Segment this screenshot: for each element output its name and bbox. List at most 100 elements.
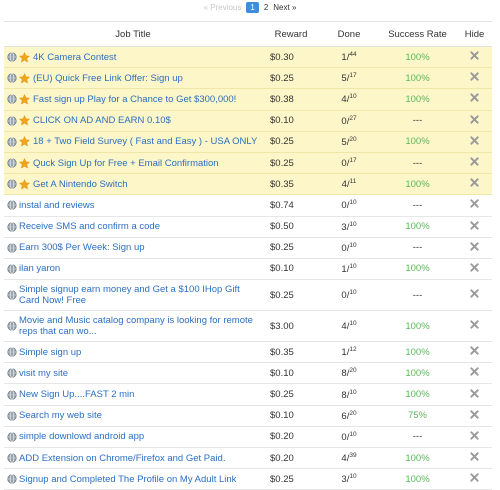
job-title-link[interactable]: instal and reviews: [19, 200, 95, 211]
done-cell: 1/12: [320, 341, 378, 364]
job-title-cell: Earn 300$ Per Week: Sign up: [4, 237, 262, 259]
table-header-row: Job Title Reward Done Success Rate Hide: [4, 21, 492, 47]
table-row: Get A Nintendo Switch $0.35 4/11 100%: [4, 173, 492, 196]
reward-cell: $0.10: [262, 110, 320, 132]
close-icon[interactable]: [470, 431, 479, 440]
done-cell: 0/27: [320, 110, 378, 132]
reward-cell: $0.38: [262, 88, 320, 111]
done-cell: 4/39: [320, 447, 378, 470]
job-title-link[interactable]: New Sign Up....FAST 2 min: [19, 389, 134, 400]
job-title-link[interactable]: Earn 300$ Per Week: Sign up: [19, 242, 145, 253]
close-icon[interactable]: [470, 367, 479, 376]
jobs-table-body: 4K Camera Contest $0.30 1/44 100% (EU) Quick…: [4, 46, 492, 490]
job-title-link[interactable]: Simple signup earn money and Get a $100 …: [19, 284, 259, 306]
job-title-link[interactable]: 18 + Two Field Survey ( Fast and Easy ) …: [33, 136, 257, 147]
previous-page-link[interactable]: « Previous: [204, 3, 242, 12]
done-count: 3: [341, 221, 347, 233]
success-rate-cell: 100%: [378, 310, 457, 343]
success-rate-cell: ---: [378, 279, 457, 312]
hide-cell: [457, 67, 492, 90]
close-icon[interactable]: [470, 178, 479, 187]
globe-icon: [7, 411, 17, 421]
star-icon: [18, 178, 31, 190]
close-icon[interactable]: [470, 242, 479, 251]
reward-cell: $0.20: [262, 447, 320, 470]
done-count: 5: [341, 136, 347, 148]
job-title-link[interactable]: 4K Camera Contest: [33, 52, 116, 63]
close-icon[interactable]: [470, 136, 479, 145]
globe-icon: [7, 389, 17, 400]
reward-cell: $0.30: [262, 46, 320, 69]
job-title-cell: (EU) Quick Free Link Offer: Sign up: [4, 67, 262, 90]
done-cell: 4/10: [320, 310, 378, 343]
star-icon: [18, 115, 31, 126]
close-icon[interactable]: [470, 346, 479, 355]
close-icon[interactable]: [470, 320, 479, 329]
hide-cell: [457, 310, 492, 343]
header-reward[interactable]: Reward: [262, 21, 320, 47]
job-title-cell: Movie and Music catalog company is looki…: [4, 310, 262, 343]
close-icon[interactable]: [470, 93, 479, 103]
job-title-link[interactable]: simple downlowd android app: [19, 431, 144, 442]
close-icon[interactable]: [470, 388, 479, 398]
job-title-link[interactable]: ilan yaron: [19, 263, 60, 274]
reward-cell: $0.74: [262, 194, 320, 217]
globe-icon: [7, 52, 17, 62]
table-row: Signup and Completed The Profile on My A…: [4, 468, 492, 490]
close-icon[interactable]: [470, 263, 479, 272]
table-row: 4K Camera Contest $0.30 1/44 100%: [4, 46, 492, 69]
globe-icon: [7, 94, 17, 105]
page-1-link[interactable]: 1: [246, 1, 259, 13]
close-icon[interactable]: [470, 473, 479, 482]
job-title-link[interactable]: Get A Nintendo Switch: [33, 179, 128, 190]
close-icon[interactable]: [470, 72, 479, 81]
done-total: 17: [349, 157, 357, 165]
job-title-cell: ADD Extension on Chrome/Firefox and Get …: [4, 447, 262, 470]
reward-cell: $0.50: [262, 216, 320, 238]
reward-cell: $0.25: [262, 468, 320, 490]
table-row: Fast sign up Play for a Chance to Get $3…: [4, 88, 492, 111]
done-total: 17: [349, 72, 357, 80]
header-done[interactable]: Done: [320, 21, 378, 47]
globe-icon: [7, 179, 17, 189]
job-title-link[interactable]: Search my web site: [19, 410, 102, 421]
job-title-link[interactable]: ADD Extension on Chrome/Firefox and Get …: [19, 453, 225, 464]
success-rate-cell: ---: [378, 194, 457, 217]
close-icon[interactable]: [470, 157, 479, 166]
job-title-link[interactable]: (EU) Quick Free Link Offer: Sign up: [33, 73, 183, 84]
close-icon[interactable]: [470, 220, 479, 230]
job-title-link[interactable]: Quck Sign Up for Free + Email Confirmati…: [33, 158, 219, 169]
job-title-cell: Fast sign up Play for a Chance to Get $3…: [4, 88, 262, 111]
job-title-link[interactable]: Movie and Music catalog company is looki…: [19, 315, 259, 337]
close-icon[interactable]: [470, 410, 479, 419]
job-title-link[interactable]: Simple sign up: [19, 347, 81, 358]
hide-cell: [457, 362, 492, 385]
header-job-title[interactable]: Job Title: [4, 21, 262, 47]
job-title-link[interactable]: Signup and Completed The Profile on My A…: [19, 474, 236, 485]
close-icon[interactable]: [470, 199, 479, 209]
globe-icon: [7, 158, 17, 168]
next-page-link[interactable]: Next »: [273, 3, 296, 12]
close-icon[interactable]: [470, 115, 479, 124]
globe-icon: [7, 347, 17, 357]
close-icon[interactable]: [470, 51, 479, 60]
page-2-link[interactable]: 2: [264, 3, 268, 12]
done-count: 0: [341, 242, 347, 254]
job-title-link[interactable]: Receive SMS and confirm a code: [19, 221, 160, 232]
job-title-link[interactable]: Fast sign up Play for a Chance to Get $3…: [33, 94, 236, 105]
close-icon[interactable]: [470, 289, 479, 298]
star-icon: [18, 136, 31, 147]
globe-icon: [7, 221, 17, 232]
job-title-cell: Get A Nintendo Switch: [4, 173, 262, 196]
star-icon: [18, 72, 31, 84]
close-icon[interactable]: [470, 452, 479, 461]
job-title-cell: 18 + Two Field Survey ( Fast and Easy ) …: [4, 131, 262, 153]
reward-cell: $0.25: [262, 383, 320, 406]
job-title-link[interactable]: visit my site: [19, 368, 68, 379]
done-cell: 0/10: [320, 279, 378, 312]
reward-cell: $0.10: [262, 258, 320, 281]
header-success-rate[interactable]: Success Rate: [378, 21, 457, 47]
job-title-link[interactable]: CLICK ON AD AND EARN 0.10$: [33, 115, 171, 126]
table-row: Movie and Music catalog company is looki…: [4, 310, 492, 343]
globe-icon: [7, 474, 17, 484]
